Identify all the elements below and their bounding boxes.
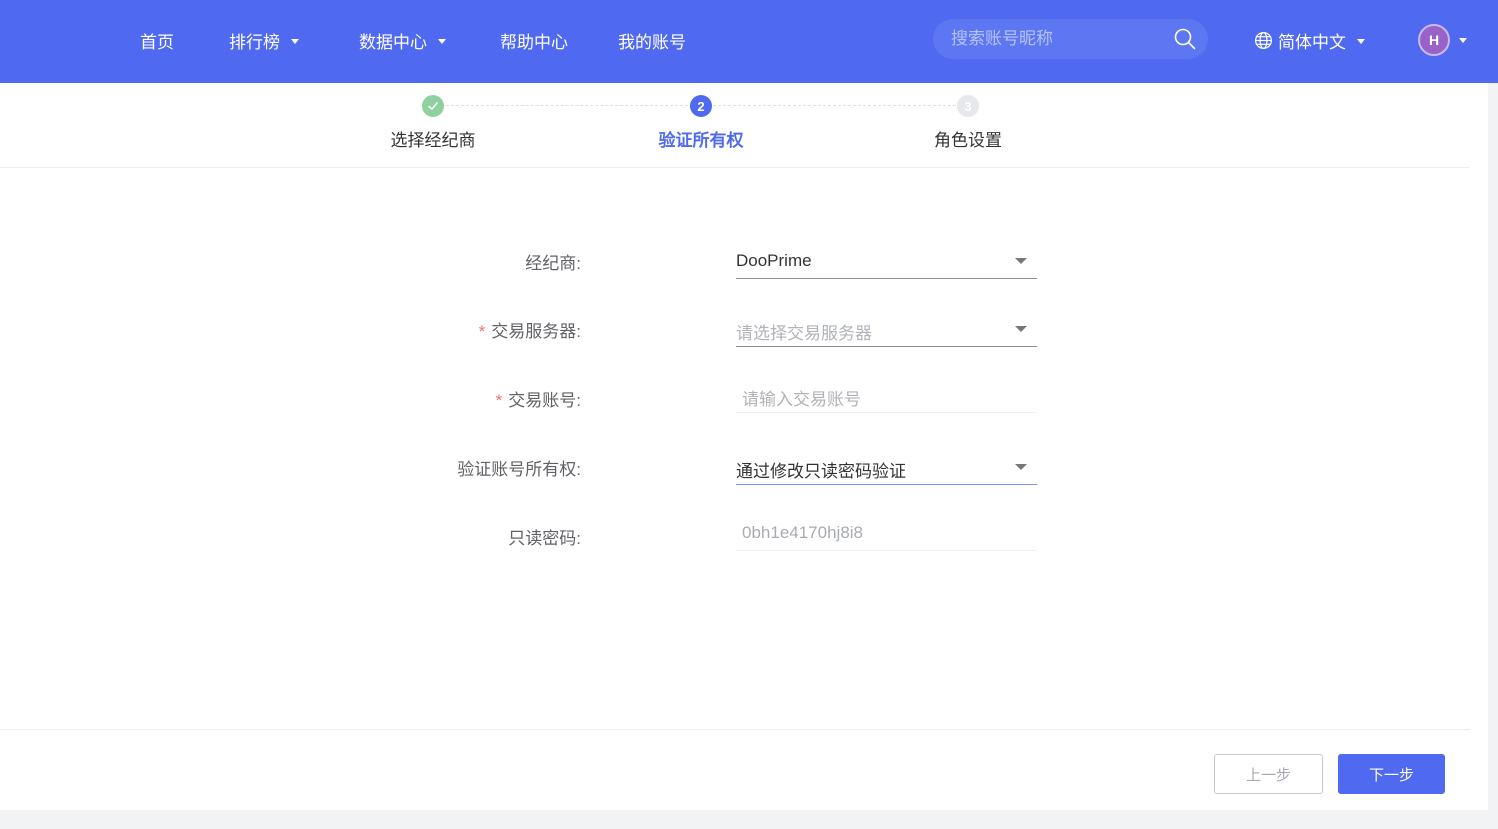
nav-item-label: 排行榜: [229, 33, 280, 52]
caret-down-icon: [1357, 39, 1365, 44]
trade-account-label-text: 交易账号:: [508, 391, 581, 410]
steps-indicator: 选择经纪商 2 验证所有权 3 角色设置: [0, 83, 1470, 168]
caret-down-icon: [1015, 464, 1027, 470]
step-label-select-broker: 选择经纪商: [390, 131, 476, 150]
nav-item-help-center[interactable]: 帮助中心: [500, 28, 568, 53]
trade-account-label: * 交易账号:: [281, 386, 581, 411]
caret-down-icon: [1015, 326, 1027, 332]
nav-item-home[interactable]: 首页: [140, 28, 174, 53]
step-label-role-settings: 角色设置: [934, 131, 1002, 150]
nav-item-my-account[interactable]: 我的账号: [618, 28, 686, 53]
required-mark: *: [478, 322, 486, 341]
step-connector: [446, 105, 688, 106]
nav-item-label: 帮助中心: [500, 33, 568, 52]
trade-account-input[interactable]: 请输入交易账号: [736, 377, 1037, 413]
broker-select[interactable]: DooPrime: [736, 243, 1037, 279]
step-label-verify-ownership: 验证所有权: [658, 131, 744, 150]
search-icon[interactable]: [1173, 27, 1197, 51]
verify-method-value: 通过修改只读密码验证: [736, 462, 906, 481]
trade-account-placeholder: 请输入交易账号: [742, 390, 861, 409]
step-number: 2: [697, 98, 705, 114]
nav-item-data-center[interactable]: 数据中心: [359, 28, 446, 53]
verify-method-select[interactable]: 通过修改只读密码验证: [736, 449, 1037, 485]
trade-server-select[interactable]: 请选择交易服务器: [736, 311, 1037, 347]
trade-server-placeholder: 请选择交易服务器: [736, 324, 872, 343]
nav-item-ranking[interactable]: 排行榜: [229, 28, 299, 53]
step-number: 3: [964, 98, 972, 114]
previous-step-button[interactable]: 上一步: [1214, 754, 1323, 794]
step-number-badge: 2: [690, 95, 712, 117]
avatar-caret-down-icon[interactable]: [1459, 38, 1467, 43]
caret-down-icon: [291, 39, 299, 44]
main-card: 选择经纪商 2 验证所有权 3 角色设置 经纪商: DooPrime * 交易服务…: [0, 83, 1488, 810]
language-label: 简体中文: [1278, 33, 1346, 52]
footer-divider: [0, 729, 1470, 730]
search-input[interactable]: [951, 19, 1171, 59]
language-selector[interactable]: 简体中文: [1254, 28, 1365, 53]
caret-down-icon: [1015, 258, 1027, 264]
required-mark: *: [495, 391, 503, 410]
top-navbar: 首页 排行榜 数据中心 帮助中心 我的账号 简体中文 H: [0, 0, 1498, 83]
step-number-badge: 3: [957, 95, 979, 117]
nav-item-label: 数据中心: [359, 33, 427, 52]
verify-method-label: 验证账号所有权:: [457, 460, 581, 479]
broker-value: DooPrime: [736, 251, 812, 270]
broker-label: 经纪商:: [525, 254, 581, 273]
readonly-password-value: 0bh1e4170hj8i8: [742, 523, 864, 542]
readonly-password-input[interactable]: 0bh1e4170hj8i8: [736, 515, 1037, 551]
readonly-password-label: 只读密码:: [508, 529, 581, 548]
step-done-check-icon: [422, 95, 444, 117]
nav-item-label: 首页: [140, 33, 174, 52]
next-step-button[interactable]: 下一步: [1338, 754, 1445, 794]
trade-server-label-text: 交易服务器:: [491, 322, 581, 341]
step-connector: [713, 105, 956, 106]
globe-icon: [1254, 31, 1273, 50]
trade-server-label: * 交易服务器:: [281, 317, 581, 342]
caret-down-icon: [438, 39, 446, 44]
nav-item-label: 我的账号: [618, 33, 686, 52]
search-box: [933, 19, 1208, 59]
avatar-initial: H: [1428, 32, 1440, 48]
avatar[interactable]: H: [1418, 24, 1450, 56]
